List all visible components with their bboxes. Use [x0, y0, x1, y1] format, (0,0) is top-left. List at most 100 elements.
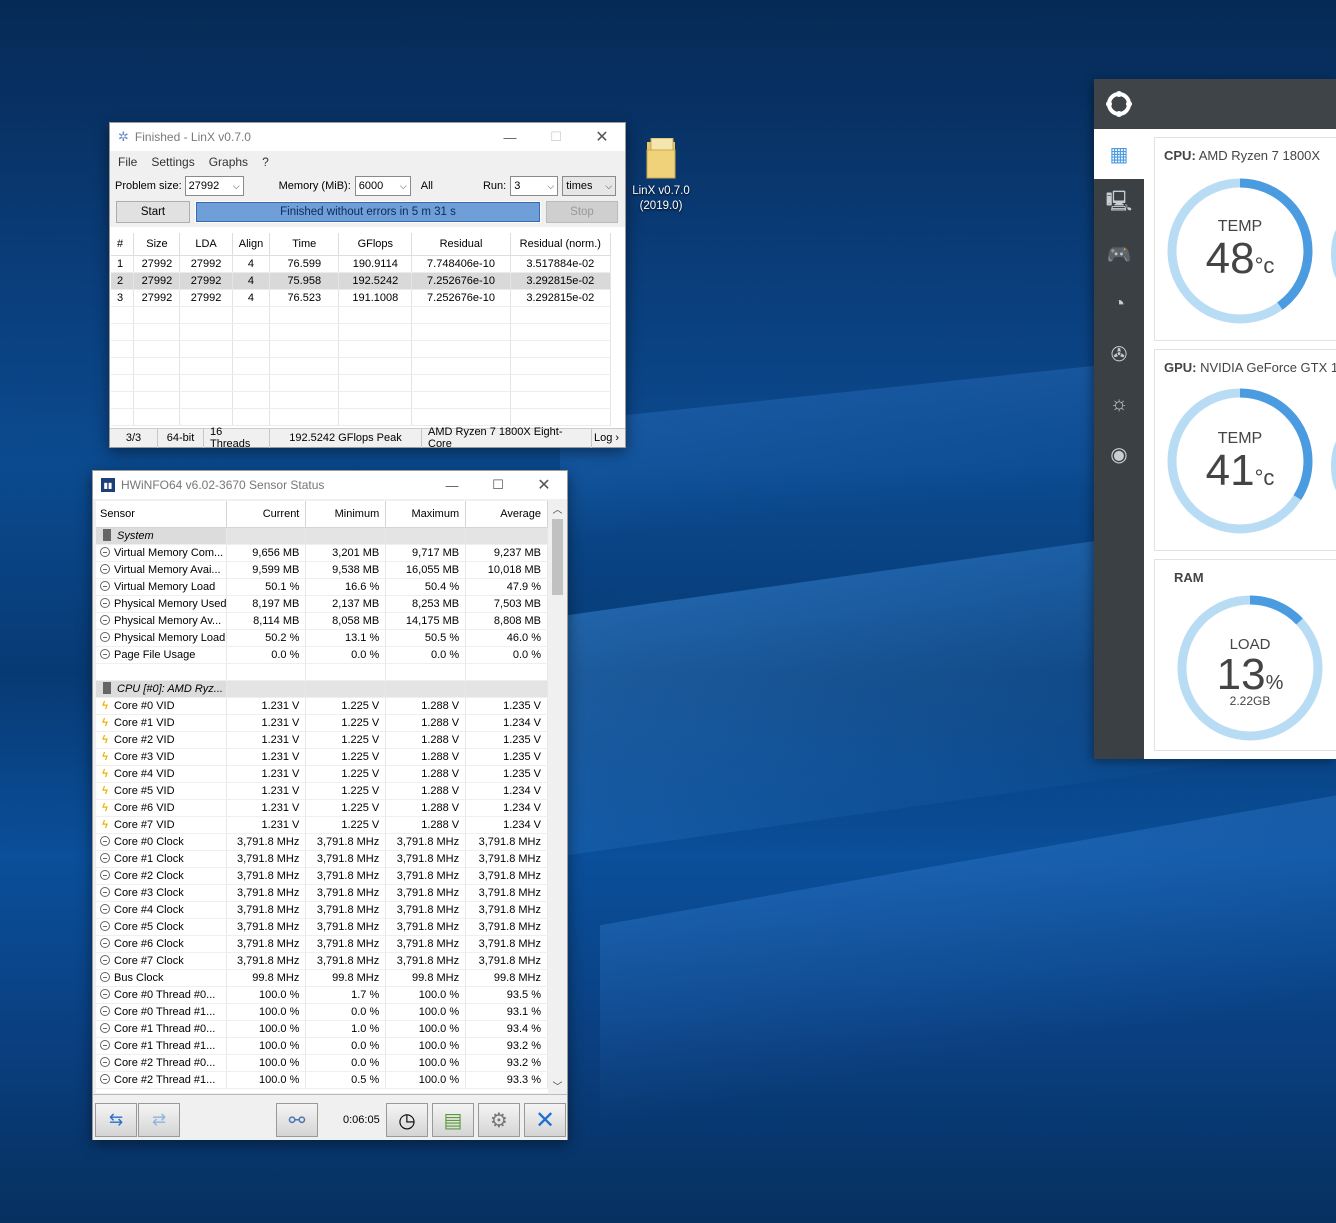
menu-settings[interactable]: Settings — [151, 155, 194, 169]
sensor-row[interactable]: ϟ Core #7 VID 1.231 V 1.225 V 1.288 V 1.234 V — [96, 816, 548, 834]
start-button[interactable]: Start — [116, 201, 190, 223]
sensor-column-header[interactable]: Average — [465, 501, 548, 528]
column-header[interactable]: Time — [269, 233, 340, 256]
stop-button[interactable]: Stop — [546, 201, 618, 223]
empty-cell — [133, 340, 181, 358]
hwinfo-titlebar[interactable]: ▮▮ HWiNFO64 v6.02-3670 Sensor Status — ☐… — [93, 471, 567, 499]
minus-circle-icon — [100, 852, 110, 863]
sensor-row[interactable]: Physical Memory Load 50.2 % 13.1 % 50.5 % 46… — [96, 629, 548, 647]
scroll-up-icon[interactable]: ︿ — [549, 501, 566, 516]
dashboard-icon[interactable]: ▦ — [1094, 129, 1144, 179]
clock-icon[interactable]: ◷ — [386, 1103, 428, 1137]
sensor-row[interactable]: Core #0 Clock 3,791.8 MHz 3,791.8 MHz 3,791… — [96, 833, 548, 851]
run-unit-combo[interactable]: times ⌵ — [562, 176, 617, 196]
sensor-row[interactable]: Core #7 Clock 3,791.8 MHz 3,791.8 MHz 3,791… — [96, 952, 548, 970]
blank-row[interactable] — [96, 663, 548, 681]
linx-titlebar[interactable]: ✲ Finished - LinX v0.7.0 — ☐ ✕ — [110, 123, 625, 151]
sensor-row[interactable]: ϟ Core #3 VID 1.231 V 1.225 V 1.288 V 1.235 V — [96, 748, 548, 766]
speedometer-icon[interactable]: ◔ — [1094, 279, 1144, 329]
fan-icon[interactable]: ✇ — [1094, 329, 1144, 379]
gpu-card[interactable]: GPU: NVIDIA GeForce GTX 1 TEMP 41°c — [1154, 349, 1336, 551]
sensor-row[interactable]: Virtual Memory Avai... 9,599 MB 9,538 MB 16… — [96, 561, 548, 579]
sensor-row[interactable]: Core #2 Thread #1... 100.0 % 0.5 % 100.0 % 9… — [96, 1071, 548, 1089]
empty-cell — [133, 374, 181, 392]
sensor-row[interactable]: ϟ Core #0 VID 1.231 V 1.225 V 1.288 V 1.235 V — [96, 697, 548, 715]
gamepad-icon[interactable]: 🎮 — [1094, 229, 1144, 279]
column-header[interactable]: Residual (norm.) — [510, 233, 612, 256]
column-header[interactable]: LDA — [179, 233, 233, 256]
sensor-value: 1.225 V — [305, 697, 387, 715]
minimize-button[interactable]: — — [487, 123, 533, 151]
desktop-icon-label-1: LinX v0.7.0 — [632, 185, 690, 197]
settings-gear-icon[interactable]: ⚙ — [478, 1103, 520, 1137]
sensor-column-header[interactable]: Maximum — [385, 501, 467, 528]
sensor-row[interactable]: Core #1 Thread #0... 100.0 % 1.0 % 100.0 % 9… — [96, 1020, 548, 1038]
maximize-button[interactable]: ☐ — [475, 471, 521, 499]
cpu-card[interactable]: CPU: AMD Ryzen 7 1800X TEMP 48°c — [1154, 137, 1336, 341]
column-header[interactable]: Residual — [411, 233, 511, 256]
result-row[interactable]: 3 27992 27992 4 76.523 191.1008 7.252676e-10 3.… — [111, 289, 612, 307]
sensor-row[interactable]: Core #1 Clock 3,791.8 MHz 3,791.8 MHz 3,791… — [96, 850, 548, 868]
sensor-row[interactable]: ϟ Core #6 VID 1.231 V 1.225 V 1.288 V 1.234 V — [96, 799, 548, 817]
memory-all-button[interactable]: All — [421, 180, 433, 192]
sensor-row[interactable]: Core #6 Clock 3,791.8 MHz 3,791.8 MHz 3,791… — [96, 935, 548, 953]
lighting-icon[interactable]: ☼ — [1094, 379, 1144, 429]
column-header[interactable]: # — [111, 233, 135, 256]
collapse-columns-button[interactable]: ⇄ — [138, 1103, 180, 1137]
problem-size-combo[interactable]: 27992 ⌵ — [184, 176, 244, 196]
desktop-icon-linx[interactable]: LinX v0.7.0 (2019.0) — [630, 137, 692, 214]
scrollbar-thumb[interactable] — [552, 519, 563, 595]
sensor-row[interactable]: Virtual Memory Com... 9,656 MB 3,201 MB 9,7… — [96, 544, 548, 562]
sensor-column-header[interactable]: Current — [226, 501, 307, 528]
column-header[interactable]: Size — [133, 233, 181, 256]
sensor-group-row[interactable]: System — [96, 527, 548, 545]
expand-columns-button[interactable]: ⇆ — [95, 1103, 137, 1137]
run-combo[interactable]: 3 ⌵ — [510, 176, 559, 196]
sensor-row[interactable]: Core #5 Clock 3,791.8 MHz 3,791.8 MHz 3,791… — [96, 918, 548, 936]
empty-cell — [411, 340, 511, 358]
close-button[interactable]: ✕ — [521, 471, 567, 499]
sensor-name: Physical Memory Av... — [96, 612, 227, 630]
system-icon[interactable]: 🖳 — [1094, 179, 1144, 229]
sensor-row[interactable]: Core #3 Clock 3,791.8 MHz 3,791.8 MHz 3,791… — [96, 884, 548, 902]
result-row[interactable]: 2 27992 27992 4 75.958 192.5242 7.252676e-10 3.… — [111, 272, 612, 290]
column-header[interactable]: Align — [232, 233, 271, 256]
sensor-row[interactable]: Physical Memory Used 8,197 MB 2,137 MB 8,25… — [96, 595, 548, 613]
sensor-row[interactable]: Core #0 Thread #0... 100.0 % 1.7 % 100.0 % 9… — [96, 986, 548, 1004]
storage-icon[interactable]: ◉ — [1094, 429, 1144, 479]
sensor-column-header[interactable]: Minimum — [305, 501, 387, 528]
sensor-row[interactable]: ϟ Core #1 VID 1.231 V 1.225 V 1.288 V 1.234 V — [96, 714, 548, 732]
sensor-row[interactable]: ϟ Core #4 VID 1.231 V 1.225 V 1.288 V 1.235 V — [96, 765, 548, 783]
sensor-scrollbar[interactable]: ︿ ﹀ — [549, 501, 566, 1093]
menu-file[interactable]: File — [118, 155, 137, 169]
close-x-icon[interactable]: ✕ — [524, 1103, 566, 1137]
sensor-row[interactable]: Bus Clock 99.8 MHz 99.8 MHz 99.8 MHz 99.8 MH… — [96, 969, 548, 987]
result-row[interactable]: 1 27992 27992 4 76.599 190.9114 7.748406e-10 3.… — [111, 255, 612, 273]
sensor-value: 100.0 % — [385, 1054, 467, 1072]
minimize-button[interactable]: — — [429, 471, 475, 499]
sensor-row[interactable]: ϟ Core #5 VID 1.231 V 1.225 V 1.288 V 1.234 V — [96, 782, 548, 800]
sensor-group-row[interactable]: CPU [#0]: AMD Ryz... — [96, 680, 548, 698]
sensor-row[interactable]: Core #2 Thread #0... 100.0 % 0.0 % 100.0 % 9… — [96, 1054, 548, 1072]
sensor-row[interactable]: Page File Usage 0.0 % 0.0 % 0.0 % 0.0 % — [96, 646, 548, 664]
close-button[interactable]: ✕ — [579, 123, 625, 151]
menu-help[interactable]: ? — [262, 155, 269, 169]
empty-row — [111, 408, 612, 426]
sensor-row[interactable]: Physical Memory Av... 8,114 MB 8,058 MB 14,… — [96, 612, 548, 630]
sensor-row[interactable]: Core #0 Thread #1... 100.0 % 0.0 % 100.0 % 9… — [96, 1003, 548, 1021]
sensor-row[interactable]: Core #2 Clock 3,791.8 MHz 3,791.8 MHz 3,791… — [96, 867, 548, 885]
sensor-row[interactable]: Virtual Memory Load 50.1 % 16.6 % 50.4 % 47.… — [96, 578, 548, 596]
log-button[interactable]: Log › — [592, 429, 621, 448]
sensor-column-header[interactable]: Sensor — [96, 501, 227, 528]
sensor-row[interactable]: Core #4 Clock 3,791.8 MHz 3,791.8 MHz 3,791… — [96, 901, 548, 919]
add-report-icon[interactable]: ▤ — [432, 1103, 474, 1137]
scroll-down-icon[interactable]: ﹀ — [549, 1078, 566, 1093]
network-icon[interactable]: ⚯ — [276, 1103, 318, 1137]
menu-graphs[interactable]: Graphs — [209, 155, 248, 169]
sensor-row[interactable]: Core #1 Thread #1... 100.0 % 0.0 % 100.0 % 9… — [96, 1037, 548, 1055]
sensor-row[interactable]: ϟ Core #2 VID 1.231 V 1.225 V 1.288 V 1.235 V — [96, 731, 548, 749]
ram-card[interactable]: RAM LOAD 13% 2.22GB — [1154, 559, 1336, 751]
column-header[interactable]: GFlops — [338, 233, 413, 256]
memory-combo[interactable]: 6000 ⌵ — [354, 176, 411, 196]
maximize-button[interactable]: ☐ — [533, 123, 579, 151]
